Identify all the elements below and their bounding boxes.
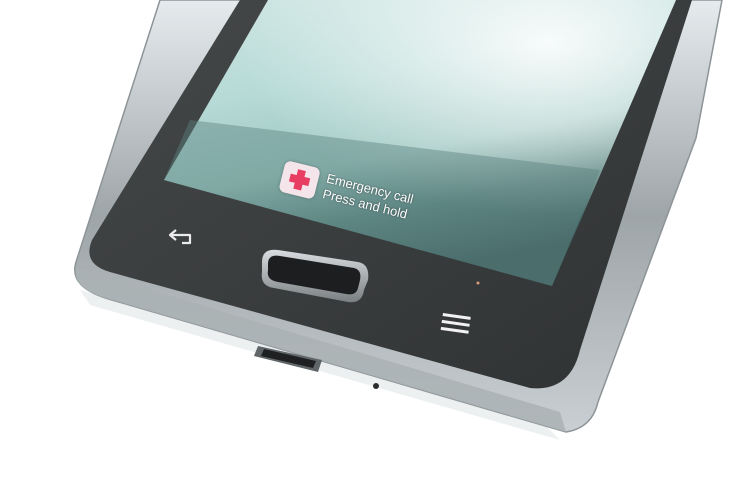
photo-scene: Emergency call Press and hold [0,0,750,500]
sensor-dot [476,281,480,285]
microphone-hole [373,383,379,389]
phone-illustration [74,0,723,440]
